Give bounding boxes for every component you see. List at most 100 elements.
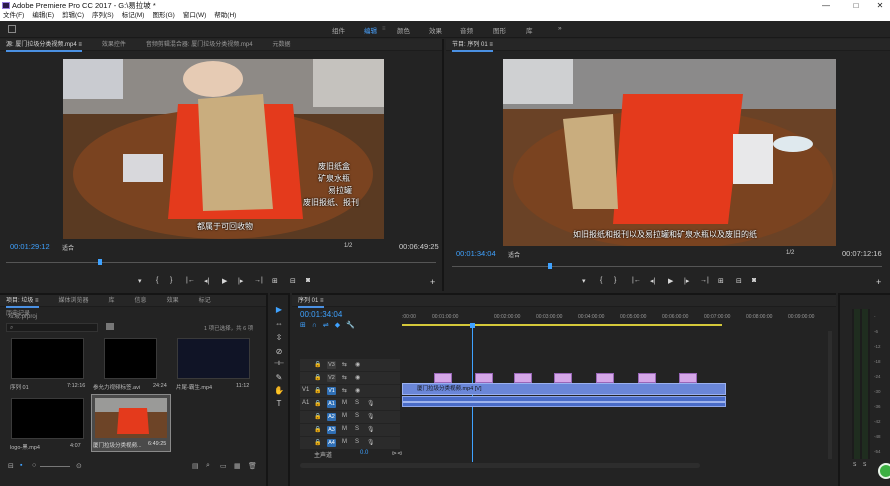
overwrite-button[interactable]: ⊟ bbox=[290, 277, 296, 285]
solo-button[interactable]: S bbox=[355, 413, 359, 419]
ripple-edit-tool-icon[interactable]: ⇳ bbox=[272, 331, 286, 344]
mic-icon[interactable]: 🎙 bbox=[367, 400, 375, 407]
program-step-forward-button[interactable]: |▸ bbox=[684, 277, 689, 285]
program-export-frame-button[interactable]: ◙ bbox=[752, 277, 756, 284]
source-playhead[interactable] bbox=[98, 259, 102, 265]
program-step-back-button[interactable]: ◂| bbox=[650, 277, 655, 285]
workspace-audio[interactable]: 音频 bbox=[460, 25, 473, 35]
workspace-effects[interactable]: 效果 bbox=[429, 25, 442, 35]
project-item-name[interactable]: 序列 01 bbox=[10, 383, 29, 391]
program-video-frame[interactable]: 如旧报纸和报刊以及易拉罐和矿泉水瓶以及废旧的纸 bbox=[503, 59, 836, 246]
sync-lock-icon[interactable]: ⇆ bbox=[342, 374, 347, 381]
lock-icon[interactable]: 🔒 bbox=[314, 361, 321, 368]
lock-icon[interactable]: 🔒 bbox=[314, 439, 321, 446]
track-label-v1[interactable]: V1 bbox=[327, 387, 336, 395]
program-button-editor-button[interactable]: + bbox=[876, 277, 881, 287]
timeline-horizontal-scrollbar[interactable] bbox=[300, 463, 700, 468]
delete-icon[interactable]: 🗑 bbox=[248, 462, 257, 470]
tab-audio-clip-mixer[interactable]: 音频剪辑混合器: 厦门拉圾分类视频.mp4 bbox=[146, 39, 253, 51]
tab-libraries[interactable]: 库 bbox=[109, 295, 115, 307]
mute-button[interactable]: M bbox=[342, 439, 347, 445]
export-frame-button[interactable]: ◙ bbox=[306, 277, 310, 284]
eye-icon[interactable]: ◉ bbox=[355, 374, 360, 381]
home-icon[interactable] bbox=[8, 25, 16, 33]
minimize-button[interactable]: — bbox=[818, 0, 834, 11]
lift-button[interactable]: ⊞ bbox=[718, 277, 724, 285]
zoom-icon[interactable]: ⊙ bbox=[76, 462, 82, 470]
tab-effects[interactable]: 效果 bbox=[167, 295, 179, 307]
automate-sequence-icon[interactable]: ▤ bbox=[192, 462, 199, 470]
menu-marker[interactable]: 标记(M) bbox=[122, 11, 145, 21]
program-mark-in-button[interactable]: { bbox=[600, 277, 602, 284]
new-bin-button[interactable]: ▭ bbox=[220, 462, 227, 470]
project-item-name[interactable]: logo-黑.mp4 bbox=[10, 443, 40, 451]
tab-media-browser[interactable]: 媒体浏览器 bbox=[59, 295, 89, 307]
program-fit-dropdown[interactable]: 适合 bbox=[508, 250, 520, 259]
track-select-tool-icon[interactable]: ⇔ bbox=[272, 317, 286, 330]
solo-button[interactable]: S bbox=[355, 439, 359, 445]
workspace-libraries[interactable]: 库 bbox=[526, 25, 533, 35]
v1-clip[interactable]: 厦门拉圾分类视频.mp4 [V] bbox=[402, 383, 726, 395]
menu-file[interactable]: 文件(F) bbox=[3, 11, 24, 21]
track-label-a4[interactable]: A4 bbox=[327, 439, 336, 447]
step-forward-button[interactable]: |▸ bbox=[238, 277, 243, 285]
play-button[interactable]: ▶ bbox=[222, 277, 227, 285]
source-playhead-timecode[interactable]: 00:01:29:12 bbox=[10, 242, 50, 251]
list-view-icon[interactable]: ▪ bbox=[20, 462, 22, 469]
razor-tool-icon[interactable]: ⊘ bbox=[272, 345, 286, 358]
solo-button[interactable]: S bbox=[355, 400, 359, 406]
icon-view-icon[interactable]: ○ bbox=[32, 462, 36, 469]
lock-icon[interactable]: 🔒 bbox=[314, 426, 321, 433]
time-ruler[interactable]: :00:00 00:01:00:00 00:02:00:00 00:03:00:… bbox=[402, 314, 822, 328]
tab-source[interactable]: 源: 厦门拉圾分类视频.mp4 ≡ bbox=[6, 40, 82, 52]
selection-tool-icon[interactable]: ▶ bbox=[272, 303, 286, 316]
a1-clip[interactable] bbox=[402, 396, 726, 407]
go-to-out-button[interactable]: →| bbox=[254, 277, 263, 284]
program-play-button[interactable]: ▶ bbox=[668, 277, 673, 285]
tab-sequence[interactable]: 序列 01 ≡ bbox=[298, 296, 324, 308]
workspace-color[interactable]: 颜色 bbox=[397, 25, 410, 35]
eye-icon[interactable]: ◉ bbox=[355, 387, 360, 394]
eye-icon[interactable]: ◉ bbox=[355, 361, 360, 368]
program-resolution-dropdown[interactable]: 1/2 bbox=[786, 250, 794, 256]
solo-button[interactable]: S bbox=[355, 426, 359, 432]
overlay-clip[interactable] bbox=[638, 373, 656, 383]
project-search-input[interactable]: ⌕ bbox=[6, 323, 98, 332]
track-label-a1[interactable]: A1 bbox=[327, 400, 336, 408]
overlay-clip[interactable] bbox=[434, 373, 452, 383]
extract-button[interactable]: ⊟ bbox=[736, 277, 742, 285]
lock-icon[interactable]: 🔒 bbox=[314, 400, 321, 407]
project-item-name[interactable]: 片尾-霸生.mp4 bbox=[176, 383, 212, 391]
source-fit-dropdown[interactable]: 适合 bbox=[62, 243, 74, 252]
project-item-name[interactable]: 参允力视频标签.avi bbox=[93, 383, 140, 391]
timeline-options-icons[interactable]: ⊞∩⇌◆🔧 bbox=[300, 321, 361, 329]
new-item-button[interactable]: ▦ bbox=[234, 462, 241, 470]
source-video-frame[interactable]: 废旧纸盒 矿泉水瓶 易拉罐 废旧报纸、报刊 都属于可回收物 bbox=[63, 59, 384, 239]
mic-icon[interactable]: 🎙 bbox=[367, 413, 375, 420]
lock-icon[interactable]: 🔒 bbox=[314, 413, 321, 420]
sync-lock-icon[interactable]: ⇆ bbox=[342, 361, 347, 368]
mark-in-button[interactable]: { bbox=[156, 277, 158, 284]
master-volume[interactable]: 0.0 bbox=[360, 450, 368, 456]
lock-icon[interactable]: ⊟ bbox=[8, 462, 14, 470]
project-item-thumb[interactable] bbox=[177, 338, 250, 379]
program-playhead[interactable] bbox=[548, 263, 552, 269]
menu-sequence[interactable]: 序列(S) bbox=[92, 11, 114, 21]
program-go-to-out-button[interactable]: →| bbox=[700, 277, 709, 284]
slip-tool-icon[interactable]: ⊣⊢ bbox=[272, 358, 286, 371]
type-tool-icon[interactable]: T bbox=[272, 397, 286, 410]
menu-help[interactable]: 帮助(H) bbox=[214, 11, 236, 21]
program-add-marker-button[interactable]: ▾ bbox=[582, 277, 586, 285]
mic-icon[interactable]: 🎙 bbox=[367, 426, 375, 433]
timeline-timecode[interactable]: 00:01:34:04 bbox=[300, 310, 342, 319]
mic-icon[interactable]: 🎙 bbox=[367, 439, 375, 446]
menu-graphics[interactable]: 图形(G) bbox=[152, 11, 174, 21]
sync-lock-icon[interactable]: ⇆ bbox=[342, 387, 347, 394]
chat-bubble-icon[interactable] bbox=[878, 463, 890, 479]
tab-program[interactable]: 节目: 序列 01 ≡ bbox=[452, 40, 493, 52]
menu-edit[interactable]: 编辑(E) bbox=[32, 11, 54, 21]
lock-icon[interactable]: 🔒 bbox=[314, 387, 321, 394]
workspace-editing[interactable]: 编辑 bbox=[364, 25, 377, 35]
maximize-button[interactable]: □ bbox=[848, 0, 864, 11]
tab-markers[interactable]: 标记 bbox=[199, 295, 211, 307]
